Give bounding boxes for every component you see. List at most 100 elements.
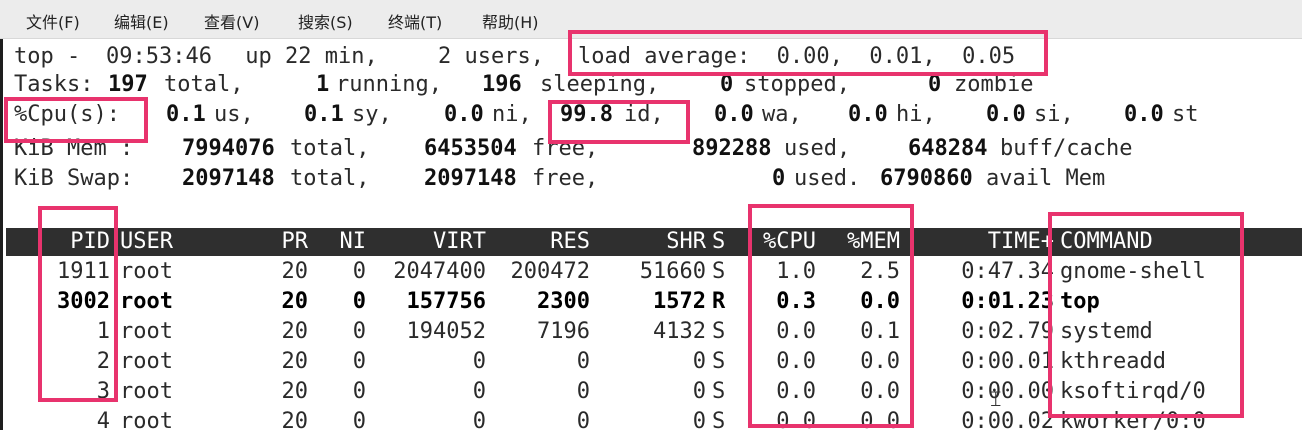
col-state[interactable]: S bbox=[712, 228, 725, 256]
mem-total-value: 7994076 bbox=[182, 136, 275, 161]
col-pid[interactable]: PID bbox=[6, 228, 110, 256]
load-average: load average: 0.00, 0.01, 0.05 bbox=[578, 44, 1016, 69]
mem-free-value: 6453504 bbox=[424, 136, 517, 161]
swap-total-value: 2097148 bbox=[182, 166, 275, 191]
res-cell: 200472 bbox=[510, 259, 590, 284]
terminal-output[interactable]: top - 09:53:46 up 22 min, 2 users, load … bbox=[0, 39, 1302, 430]
menu-edit[interactable]: 编辑(E) bbox=[114, 9, 169, 33]
state-cell: S bbox=[712, 409, 726, 430]
command-cell: ksoftirqd/0 bbox=[1060, 379, 1206, 404]
pr-cell: 20 bbox=[281, 259, 309, 284]
virt-cell: 2047400 bbox=[393, 259, 486, 284]
cpu-wa-value: 0.0 bbox=[714, 102, 754, 127]
mem-cell: 0.0 bbox=[860, 379, 900, 404]
command-cell: gnome-shell bbox=[1060, 259, 1206, 284]
col-mem[interactable]: %MEM bbox=[822, 228, 900, 256]
mem-cell: 0.0 bbox=[860, 349, 900, 374]
summary-uptime-line: top - 09:53:46 up 22 min, 2 users, load … bbox=[14, 43, 1015, 71]
mem-cell: 0.0 bbox=[860, 289, 900, 314]
ni-cell: 0 bbox=[352, 379, 366, 404]
col-virt[interactable]: VIRT bbox=[376, 228, 486, 256]
cpu-si-text: si, bbox=[1034, 102, 1074, 127]
mem-buff-text: buff/cache bbox=[1000, 136, 1133, 161]
cpu-us-value: 0.1 bbox=[166, 102, 206, 127]
swap-free-text: free, bbox=[532, 166, 599, 191]
summary-mem-line: KiB Mem : 7994076 total, 6453504 free, 8… bbox=[14, 135, 1132, 163]
virt-cell: 194052 bbox=[406, 319, 486, 344]
cpu-hi-text: hi, bbox=[896, 102, 936, 127]
tasks-stopped-text: stopped, bbox=[744, 72, 850, 97]
tasks-running-text: running, bbox=[336, 72, 442, 97]
time-cell: 0:02.79 bbox=[961, 319, 1054, 344]
shr-cell: 0 bbox=[692, 409, 706, 430]
col-shr[interactable]: SHR bbox=[606, 228, 706, 256]
col-cpu[interactable]: %CPU bbox=[736, 228, 816, 256]
swap-avail-text: avail Mem bbox=[986, 166, 1106, 191]
cpu-cell: 0.0 bbox=[776, 319, 816, 344]
cpu-us-text: us, bbox=[214, 102, 254, 127]
process-row[interactable]: 3002 root 20 0 157756 2300 1572 R 0.3 0.… bbox=[0, 287, 1302, 317]
mem-used-text: used, bbox=[784, 136, 851, 161]
command-cell: kthreadd bbox=[1060, 349, 1166, 374]
tasks-zombie-text: zombie bbox=[954, 72, 1034, 97]
pid-cell: 2 bbox=[96, 349, 110, 374]
res-cell: 0 bbox=[576, 349, 590, 374]
command-cell: top bbox=[1060, 289, 1100, 314]
ni-cell: 0 bbox=[352, 409, 366, 430]
menu-help[interactable]: 帮助(H) bbox=[482, 9, 539, 33]
pid-cell: 1911 bbox=[57, 259, 110, 284]
menu-file[interactable]: 文件(F) bbox=[26, 9, 80, 33]
col-res[interactable]: RES bbox=[494, 228, 590, 256]
process-row[interactable]: 1911 root 20 0 2047400 200472 51660 S 1.… bbox=[0, 257, 1302, 287]
process-row[interactable]: 3 root 20 0 0 0 0 S 0.0 0.0 0:00.00 ksof… bbox=[0, 377, 1302, 407]
cpu-label: %Cpu(s): bbox=[14, 102, 120, 127]
mem-free-text: free, bbox=[532, 136, 599, 161]
time-cell: 0:00.01 bbox=[961, 349, 1054, 374]
command-cell: kworker/0:0 bbox=[1060, 409, 1206, 430]
tasks-sleeping-value: 196 bbox=[482, 72, 522, 97]
pid-cell: 4 bbox=[96, 409, 110, 430]
time-cell: 0:01.23 bbox=[961, 289, 1054, 314]
cpu-cell: 0.3 bbox=[776, 289, 816, 314]
mem-buff-value: 648284 bbox=[908, 136, 988, 161]
uptime: up 22 min, bbox=[232, 44, 378, 69]
summary-tasks-line: Tasks: 197 total, 1 running, 196 sleepin… bbox=[14, 71, 1033, 99]
users-count: 2 users, bbox=[438, 44, 544, 69]
shr-cell: 51660 bbox=[639, 259, 706, 284]
col-ni[interactable]: NI bbox=[326, 228, 367, 256]
virt-cell: 0 bbox=[472, 379, 486, 404]
swap-total-text: total, bbox=[290, 166, 370, 191]
process-row[interactable]: 4 root 20 0 0 0 0 S 0.0 0.0 0:00.02 kwor… bbox=[0, 407, 1302, 430]
col-command[interactable]: COMMAND bbox=[1060, 228, 1153, 256]
state-cell: S bbox=[712, 379, 726, 404]
col-time[interactable]: TIME+ bbox=[936, 228, 1054, 256]
menu-terminal[interactable]: 终端(T) bbox=[388, 9, 442, 33]
clock-time: 09:53:46 bbox=[106, 44, 212, 69]
ni-cell: 0 bbox=[352, 259, 366, 284]
process-row[interactable]: 2 root 20 0 0 0 0 S 0.0 0.0 0:00.01 kthr… bbox=[0, 347, 1302, 377]
shr-cell: 0 bbox=[692, 379, 706, 404]
state-cell: S bbox=[712, 319, 726, 344]
res-cell: 2300 bbox=[537, 289, 590, 314]
shr-cell: 4132 bbox=[653, 319, 706, 344]
res-cell: 0 bbox=[576, 409, 590, 430]
state-cell: R bbox=[712, 289, 726, 314]
res-cell: 7196 bbox=[537, 319, 590, 344]
text-cursor-icon: 𝙸 bbox=[988, 387, 1004, 412]
cpu-cell: 0.0 bbox=[776, 409, 816, 430]
col-user[interactable]: USER bbox=[120, 228, 173, 256]
pr-cell: 20 bbox=[281, 289, 309, 314]
pid-cell: 1 bbox=[96, 319, 110, 344]
pr-cell: 20 bbox=[281, 409, 309, 430]
user-cell: root bbox=[120, 319, 173, 344]
process-row[interactable]: 1 root 20 0 194052 7196 4132 S 0.0 0.1 0… bbox=[0, 317, 1302, 347]
col-pr[interactable]: PR bbox=[246, 228, 309, 256]
state-cell: S bbox=[712, 259, 726, 284]
user-cell: root bbox=[120, 379, 173, 404]
ni-cell: 0 bbox=[352, 349, 366, 374]
menu-view[interactable]: 查看(V) bbox=[204, 9, 259, 33]
time-cell: 0:47.34 bbox=[961, 259, 1054, 284]
swap-used-value: 0 bbox=[772, 166, 786, 191]
state-cell: S bbox=[712, 349, 726, 374]
menu-search[interactable]: 搜索(S) bbox=[298, 9, 353, 33]
